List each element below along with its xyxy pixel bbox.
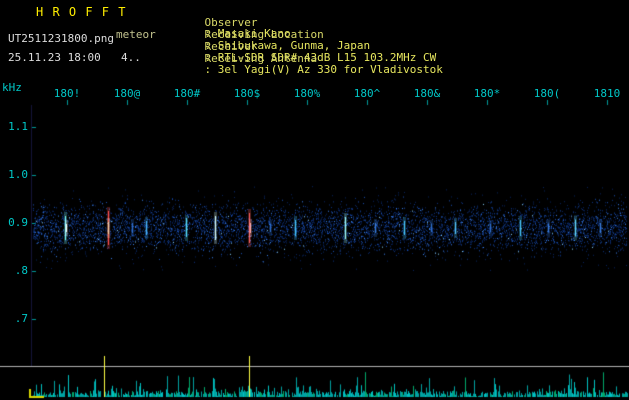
x-tick-label: 180! [53,87,81,100]
frame-counter: 4.. [121,51,141,64]
info-row-antenna: Receiving Antenna : 3el Yagi(V) Az 330 f… [178,42,443,86]
y-tick-label: .7 [14,312,28,325]
y-tick-label: 0.9 [8,216,28,229]
datetime-label: 25.11.23 18:00 [8,51,101,64]
x-tick-label: 180% [293,87,321,100]
x-tick-label: 180@ [113,87,141,100]
app-title: H R O F F T [36,5,127,19]
mode-label: meteor [116,28,156,41]
x-tick-label: 180( [533,87,561,100]
y-tick-label: .8 [14,264,28,277]
x-tick-label: 180* [473,87,501,100]
hrofft-window: H R O F F T UT2511231800.png meteor 25.1… [0,0,629,400]
x-axis-labels: 180! 180@ 180# 180$ 180% 180^ 180& 180* … [37,88,629,99]
y-tick-label: 1.1 [8,120,28,133]
x-tick-label: 1810 [593,87,621,100]
y-tick-label: 1.0 [8,168,28,181]
info-value-antenna: : 3el Yagi(V) Az 330 for Vladivostok [204,63,443,76]
x-tick-label: 180$ [233,87,261,100]
y-axis-unit-label: kHz [2,81,22,94]
x-tick-label: 180& [413,87,441,100]
output-filename: UT2511231800.png [8,32,114,45]
x-tick-label: 180^ [353,87,381,100]
x-tick-label: 180# [173,87,201,100]
